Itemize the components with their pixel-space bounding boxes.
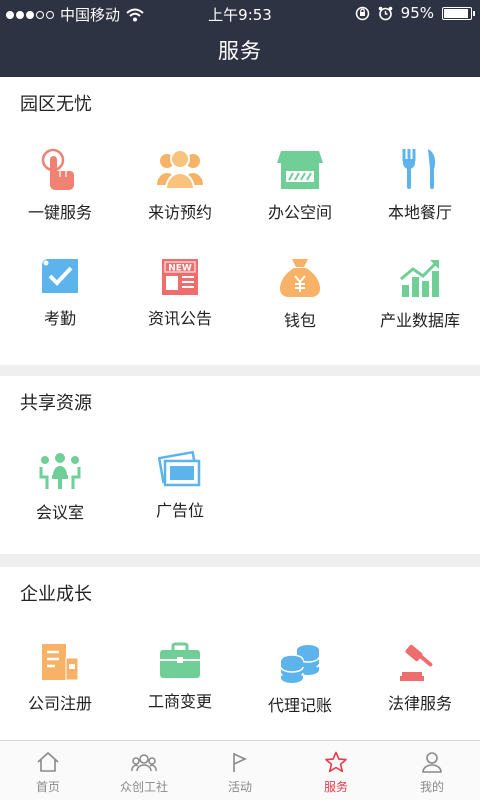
- resource-label: 会议室: [35, 503, 84, 522]
- tab-label: 我的: [419, 780, 444, 794]
- service-wallet[interactable]: 钱包: [240, 257, 360, 331]
- ad-slot-icon: [158, 451, 201, 487]
- money-bag-icon: [280, 259, 320, 297]
- gavel-icon: [400, 644, 433, 681]
- status-bar: 中国移动 上午9:53 95%: [0, 0, 480, 26]
- star-icon: [325, 751, 347, 773]
- community-icon: [131, 754, 157, 772]
- service-visitor-booking[interactable]: 来访预约: [120, 147, 240, 223]
- tab-services[interactable]: 服务: [288, 741, 384, 800]
- service-attendance[interactable]: 考勤: [0, 257, 120, 329]
- section-enterprise-growth: 企业成长 公司注册 工商变更 代理记账 法律服务: [0, 567, 480, 740]
- tab-label: 首页: [35, 780, 60, 794]
- flag-icon: [233, 753, 247, 772]
- tab-bar: 首页 众创工社 活动 服务 我的: [0, 740, 480, 800]
- hand-tap-icon: [41, 148, 74, 190]
- growth-label: 工商变更: [147, 692, 212, 711]
- nav-bar: 服务: [0, 26, 480, 77]
- tab-label: 活动: [227, 780, 252, 794]
- battery-icon: [442, 6, 475, 20]
- section-title: 园区无忧: [20, 94, 92, 115]
- tab-profile[interactable]: 我的: [384, 741, 480, 800]
- service-label: 产业数据库: [379, 311, 460, 330]
- growth-legal-service[interactable]: 法律服务: [360, 642, 480, 714]
- tab-label: 服务: [323, 780, 348, 794]
- section-title: 企业成长: [20, 584, 92, 605]
- service-label: 资讯公告: [147, 309, 212, 328]
- coins-icon: [280, 645, 320, 683]
- service-office-space[interactable]: 办公空间: [240, 147, 360, 223]
- service-industry-database[interactable]: 产业数据库: [360, 257, 480, 331]
- services-content[interactable]: 园区无忧 一键服务 来访预约 办公空间 本地餐厅 考勤 NEW 资讯公告 钱包 …: [0, 77, 480, 740]
- page-title: 服务: [218, 39, 262, 63]
- service-one-click[interactable]: 一键服务: [0, 147, 120, 223]
- tab-activity[interactable]: 活动: [192, 741, 288, 800]
- growth-bookkeeping[interactable]: 代理记账: [240, 642, 360, 716]
- growth-label: 代理记账: [267, 696, 332, 715]
- section-title: 共享资源: [20, 393, 92, 414]
- service-label: 钱包: [283, 311, 316, 330]
- user-icon: [422, 752, 442, 773]
- growth-company-registration[interactable]: 公司注册: [0, 642, 120, 714]
- service-label: 办公空间: [267, 203, 332, 222]
- fork-knife-icon: [402, 149, 436, 189]
- service-news[interactable]: NEW 资讯公告: [120, 257, 240, 329]
- growth-label: 法律服务: [387, 694, 452, 713]
- section-park-services: 园区无忧 一键服务 来访预约 办公空间 本地餐厅 考勤 NEW 资讯公告 钱包 …: [0, 77, 480, 365]
- tab-home[interactable]: 首页: [0, 741, 96, 800]
- alarm-icon: [378, 6, 392, 20]
- checkbox-tag-icon: [42, 259, 78, 293]
- service-local-restaurant[interactable]: 本地餐厅: [360, 147, 480, 223]
- briefcase-icon: [160, 642, 200, 678]
- service-label: 考勤: [43, 309, 76, 328]
- growth-business-change[interactable]: 工商变更: [120, 642, 240, 712]
- resource-label: 广告位: [155, 501, 204, 520]
- resource-ad-slot[interactable]: 广告位: [120, 451, 240, 521]
- service-label: 一键服务: [27, 203, 92, 222]
- news-icon: NEW: [162, 259, 198, 295]
- storefront-icon: [277, 151, 323, 189]
- meeting-room-icon: [39, 453, 81, 489]
- orientation-lock-icon: [355, 6, 369, 20]
- resource-meeting-room[interactable]: 会议室: [0, 451, 120, 523]
- section-shared-resources: 共享资源 会议室 广告位: [0, 376, 480, 554]
- building-icon: [42, 644, 79, 681]
- home-icon: [37, 751, 59, 772]
- growth-chart-icon: [400, 260, 439, 297]
- service-label: 本地餐厅: [387, 203, 452, 222]
- svg-text:NEW: NEW: [168, 264, 192, 274]
- growth-label: 公司注册: [27, 694, 92, 713]
- visitors-icon: [157, 149, 203, 190]
- tab-label: 众创工社: [119, 780, 168, 794]
- battery-percent: 95%: [400, 4, 434, 22]
- tab-community[interactable]: 众创工社: [96, 741, 192, 800]
- service-label: 来访预约: [147, 203, 212, 222]
